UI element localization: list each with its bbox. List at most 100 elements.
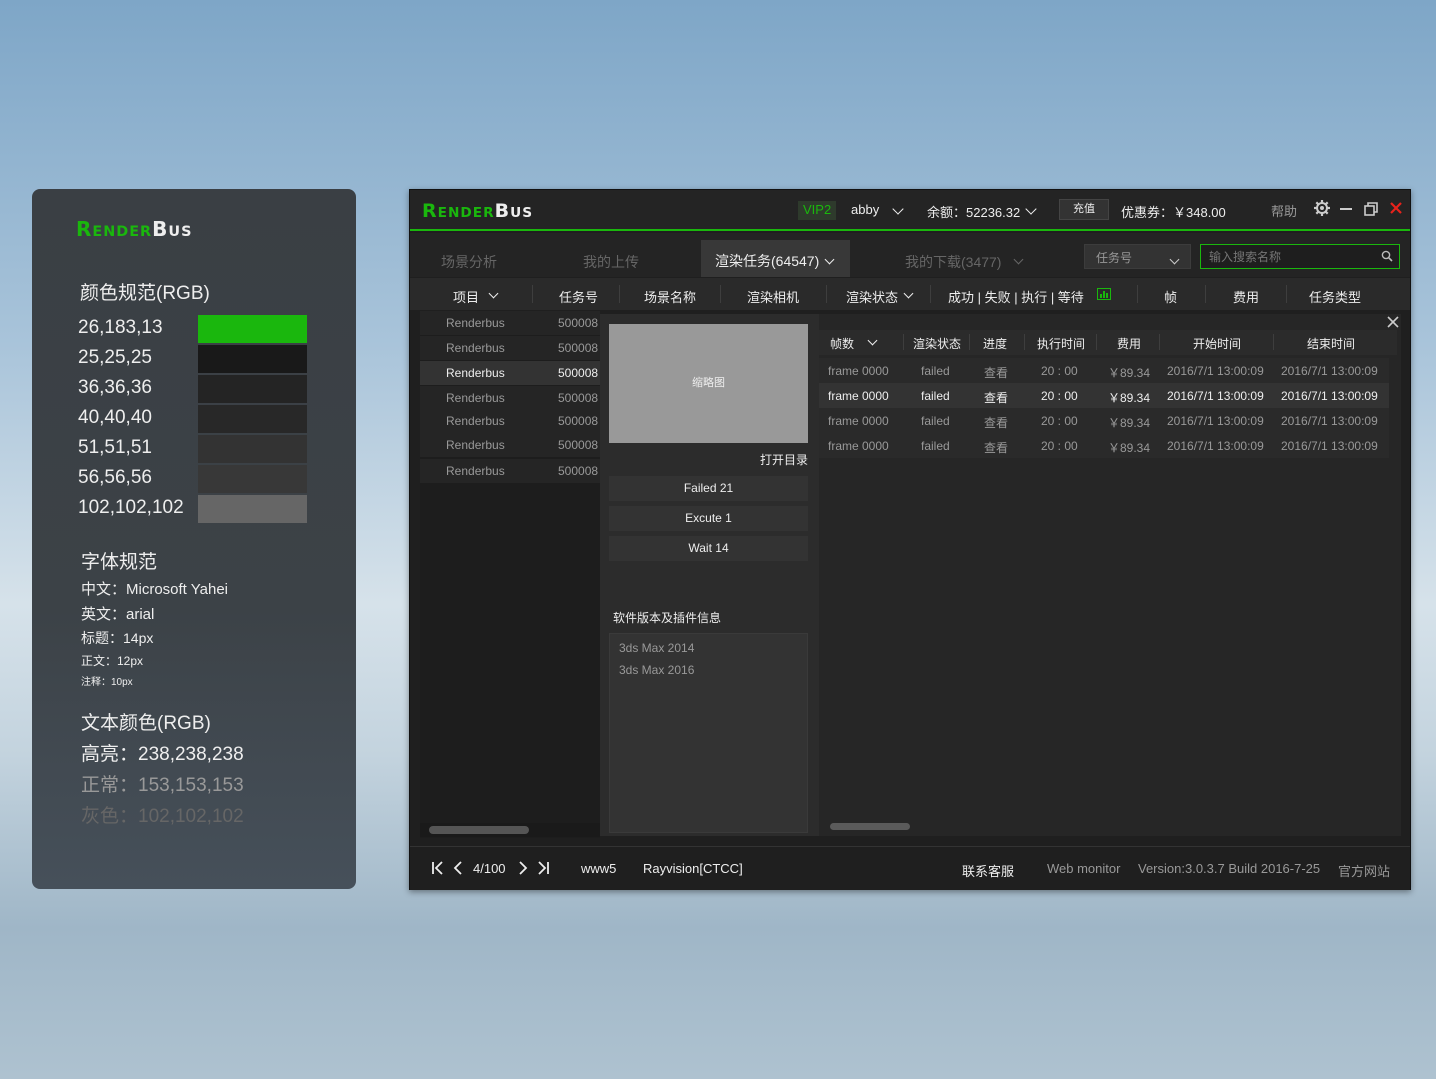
tab-render-tasks[interactable]: 渲染任务(64547) bbox=[701, 240, 850, 277]
tab-bar: 场景分析 我的上传 渲染任务(64547) 我的下载(3477) 任务号 bbox=[410, 233, 1410, 277]
task-row[interactable]: Renderbus 500008 bbox=[420, 459, 600, 483]
task-list: Renderbus 500008 Renderbus 500008 Renderbu… bbox=[420, 311, 600, 838]
col-exec-time[interactable]: 执行时间 bbox=[1037, 335, 1085, 352]
task-row[interactable]: Renderbus 500008 bbox=[420, 409, 600, 433]
scrollbar-thumb[interactable] bbox=[830, 823, 910, 830]
frame-status: failed bbox=[921, 414, 950, 428]
project-sort-icon[interactable] bbox=[488, 285, 499, 300]
balance-dropdown-icon[interactable] bbox=[1025, 201, 1037, 216]
col-frame-status[interactable]: 渲染状态 bbox=[913, 335, 961, 352]
execute-count-button[interactable]: Excute 1 bbox=[609, 506, 808, 531]
frame-start-time: 2016/7/1 13:00:09 bbox=[1167, 389, 1264, 403]
font-heading: 标题：14px bbox=[81, 630, 154, 646]
tab-scene-analysis[interactable]: 场景分析 bbox=[441, 252, 497, 272]
status-filter-icon[interactable] bbox=[903, 285, 914, 300]
swatch-row: 102,102,102 bbox=[78, 495, 318, 523]
col-frame[interactable]: 帧 bbox=[1164, 287, 1177, 306]
frame-row-selected[interactable]: frame 0000 failed 查看 20 : 00 ￥89.34 2016… bbox=[819, 383, 1389, 408]
task-project: Renderbus bbox=[446, 414, 505, 428]
tab-my-uploads[interactable]: 我的上传 bbox=[583, 252, 639, 272]
col-render-status[interactable]: 渲染状态 bbox=[846, 287, 898, 306]
close-icon[interactable] bbox=[1389, 201, 1403, 220]
swatch-color bbox=[198, 435, 307, 463]
column-divider bbox=[1137, 285, 1138, 303]
balance-label: 余额：52236.32 bbox=[927, 205, 1021, 220]
col-render-camera[interactable]: 渲染相机 bbox=[747, 287, 799, 306]
col-end-time[interactable]: 结束时间 bbox=[1307, 335, 1355, 352]
logo-part-1: RENDER bbox=[422, 200, 495, 222]
app-logo: RENDERBUS bbox=[422, 200, 533, 222]
col-start-time[interactable]: 开始时间 bbox=[1193, 335, 1241, 352]
frame-row[interactable]: frame 0000 failed 查看 20 : 00 ￥89.34 2016… bbox=[819, 358, 1389, 383]
swatch-label: 56,56,56 bbox=[78, 467, 152, 488]
col-project[interactable]: 项目 bbox=[453, 287, 479, 306]
next-page-icon[interactable] bbox=[518, 861, 528, 875]
restore-icon[interactable] bbox=[1364, 202, 1378, 221]
search-icon[interactable] bbox=[1381, 250, 1393, 262]
downloads-dropdown-icon[interactable] bbox=[1013, 250, 1024, 266]
official-site-link[interactable]: 官方网站 bbox=[1338, 861, 1390, 880]
frame-row[interactable]: frame 0000 failed 查看 20 : 00 ￥89.34 2016… bbox=[819, 408, 1389, 433]
filter-select-value: 任务号 bbox=[1096, 251, 1133, 265]
prev-page-icon[interactable] bbox=[453, 861, 463, 875]
frame-sort-icon[interactable] bbox=[867, 333, 878, 347]
chart-icon[interactable] bbox=[1097, 288, 1111, 300]
col-frame-counts[interactable]: 成功 | 失败 | 执行 | 等待 bbox=[948, 287, 1084, 306]
swatch-row: 36,36,36 bbox=[78, 375, 318, 403]
col-progress[interactable]: 进度 bbox=[983, 335, 1007, 352]
col-frame-cost[interactable]: 费用 bbox=[1117, 335, 1141, 352]
web-monitor-link[interactable]: Web monitor bbox=[1047, 861, 1120, 876]
frame-no: frame 0000 bbox=[828, 439, 889, 453]
column-divider bbox=[720, 285, 721, 303]
provider-label[interactable]: Rayvision[CTCC] bbox=[643, 861, 743, 876]
user-name[interactable]: abby bbox=[851, 202, 879, 217]
frame-status: failed bbox=[921, 389, 950, 403]
task-row[interactable]: Renderbus 500008 bbox=[420, 386, 600, 410]
frame-end-time: 2016/7/1 13:00:09 bbox=[1281, 414, 1378, 428]
software-list: 3ds Max 2014 3ds Max 2016 bbox=[609, 633, 808, 833]
frame-status: failed bbox=[921, 364, 950, 378]
task-row-selected[interactable]: Renderbus 500008 bbox=[420, 361, 600, 385]
horizontal-scrollbar[interactable] bbox=[819, 819, 1397, 833]
last-page-icon[interactable] bbox=[536, 861, 550, 875]
column-divider bbox=[1024, 334, 1025, 350]
open-directory-link[interactable]: 打开目录 bbox=[760, 451, 808, 468]
recharge-button[interactable]: 充值 bbox=[1059, 199, 1109, 220]
user-dropdown-icon[interactable] bbox=[892, 201, 904, 216]
thumbnail[interactable]: 缩略图 bbox=[609, 324, 808, 443]
view-link[interactable]: 查看 bbox=[984, 439, 1008, 456]
col-frame-no[interactable]: 帧数 bbox=[830, 335, 854, 352]
col-cost[interactable]: 费用 bbox=[1233, 287, 1259, 306]
view-link[interactable]: 查看 bbox=[984, 364, 1008, 381]
failed-count-button[interactable]: Failed 21 bbox=[609, 476, 808, 501]
view-link[interactable]: 查看 bbox=[984, 414, 1008, 431]
contact-support-link[interactable]: 联系客服 bbox=[962, 861, 1014, 880]
frame-row[interactable]: frame 0000 failed 查看 20 : 00 ￥89.34 2016… bbox=[819, 433, 1389, 458]
close-icon[interactable] bbox=[1387, 316, 1399, 328]
task-row[interactable]: Renderbus 500008 bbox=[420, 433, 600, 457]
task-id: 500008 bbox=[558, 438, 599, 452]
scrollbar-thumb[interactable] bbox=[429, 826, 529, 834]
swatch-label: 26,183,13 bbox=[78, 317, 163, 338]
gear-icon[interactable] bbox=[1313, 199, 1331, 222]
minimize-icon[interactable] bbox=[1340, 208, 1352, 210]
font-en: 英文：arial bbox=[81, 606, 155, 623]
font-spec-title: 字体规范 bbox=[81, 552, 158, 573]
filter-select[interactable]: 任务号 bbox=[1084, 244, 1191, 269]
first-page-icon[interactable] bbox=[431, 861, 445, 875]
horizontal-scrollbar[interactable] bbox=[420, 823, 600, 837]
help-link[interactable]: 帮助 bbox=[1271, 201, 1297, 220]
col-scene-name[interactable]: 场景名称 bbox=[644, 287, 696, 306]
wait-count-button[interactable]: Wait 14 bbox=[609, 536, 808, 561]
frame-cost: ￥89.34 bbox=[1108, 441, 1151, 455]
view-link[interactable]: 查看 bbox=[984, 389, 1008, 406]
col-task-no[interactable]: 任务号 bbox=[559, 287, 598, 306]
font-body: 正文：12px bbox=[81, 654, 144, 668]
task-row[interactable]: Renderbus 500008 bbox=[420, 336, 600, 360]
task-row[interactable]: Renderbus 500008 bbox=[420, 311, 600, 335]
col-task-type[interactable]: 任务类型 bbox=[1309, 287, 1361, 306]
tab-my-downloads[interactable]: 我的下载(3477) bbox=[905, 252, 1001, 272]
search-box[interactable] bbox=[1200, 244, 1400, 269]
column-divider bbox=[903, 334, 904, 350]
search-input[interactable] bbox=[1201, 245, 1373, 268]
